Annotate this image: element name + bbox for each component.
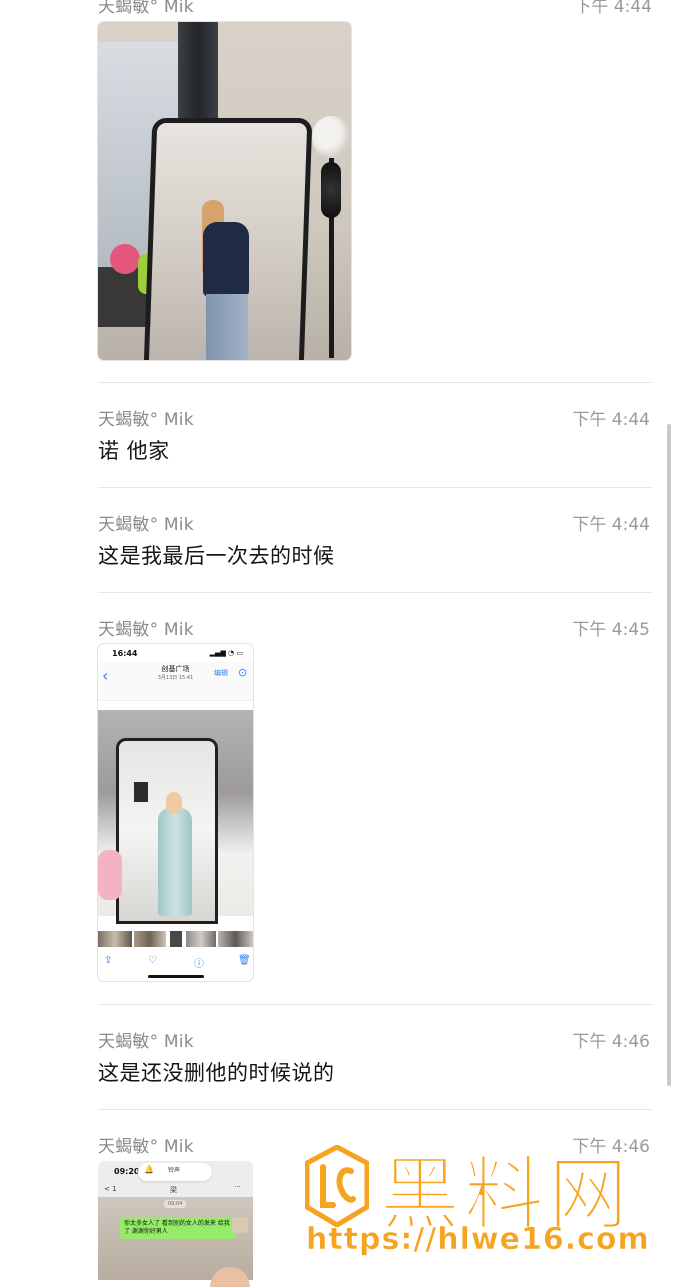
photo-lamp-globe — [312, 116, 350, 158]
chat-date-chip: 09:04 — [164, 1200, 187, 1208]
message-sender: 天蝎敏° Mik — [98, 620, 194, 640]
screenshot-title: 创基广场 — [161, 665, 190, 673]
home-indicator — [148, 975, 204, 978]
message-sender: 天蝎敏° Mik — [98, 1032, 194, 1052]
message-time: 下午 4:46 — [572, 1032, 650, 1052]
pill-text: 铃声 — [168, 1167, 181, 1174]
photo-plush-toy — [98, 850, 122, 900]
message-time: 下午 4:44 — [572, 515, 650, 535]
photo-person — [203, 222, 249, 297]
message-sender: 天蝎敏° Mik — [98, 1137, 194, 1157]
message-time: 下午 4:45 — [572, 620, 650, 640]
screenshot-edit-label: 编辑 — [214, 669, 228, 677]
photo-person-dress — [158, 808, 192, 916]
message-divider — [98, 487, 652, 488]
message-photo-mirror-selfie[interactable] — [98, 22, 351, 360]
share-icon: ⇪ — [104, 955, 113, 966]
status-icons: ▂▄▆ ◔ ▭ — [209, 649, 243, 657]
photo-person-face — [210, 1267, 250, 1287]
watermark-logo-icon — [305, 1145, 369, 1227]
screenshot-status-time: 09:20 — [114, 1167, 140, 1176]
message-screenshot-chat[interactable]: 09:20 🔔 铃声 < 1 梁 ··· 09:04 你太多女人了 看到别的女人… — [98, 1161, 253, 1287]
screenshot-toolbar: ⇪ ♡ ⓘ 🗑 — [98, 953, 253, 973]
message-sender: 天蝎敏° Mik — [98, 515, 194, 535]
screenshot-chat-body: 09:04 你太多女人了 看到别的女人的发来 给我了 谢谢你好男人 — [98, 1197, 253, 1287]
message-time: 下午 4:44 — [574, 0, 652, 17]
chat-bubble: 你太多女人了 看到别的女人的发来 给我了 谢谢你好男人 — [120, 1217, 236, 1239]
photo-plush-toy — [110, 244, 140, 274]
photo-person-head — [166, 792, 182, 814]
thumbnail-strip — [98, 931, 253, 947]
back-label: < 1 — [104, 1185, 117, 1193]
photo-frame — [134, 782, 148, 802]
chat-title: 梁 — [170, 1186, 177, 1194]
screenshot-subtitle: 3月13日 15:41 — [157, 675, 194, 681]
dynamic-island-pill: 🔔 铃声 — [138, 1163, 212, 1181]
trash-icon: 🗑 — [238, 955, 251, 966]
heart-icon: ♡ — [148, 955, 157, 966]
screenshot-photo — [98, 710, 253, 924]
message-screenshot-photo-album[interactable]: 16:44 ▂▄▆ ◔ ▭ ‹ 创基广场 3月13日 15:41 编辑 ⊙ ⇪ … — [98, 644, 253, 981]
screenshot-nav-bar: ‹ 创基广场 3月13日 15:41 编辑 ⊙ — [98, 662, 253, 701]
message-text: 诺 他家 — [98, 439, 170, 463]
screenshot-status-bar: 16:44 ▂▄▆ ◔ ▭ — [98, 644, 253, 662]
bell-icon: 🔔 — [144, 1165, 154, 1174]
message-time: 下午 4:44 — [572, 410, 650, 430]
photo-lamp-base — [321, 162, 341, 218]
scrollbar[interactable] — [667, 424, 671, 1086]
message-divider — [98, 382, 652, 383]
message-text: 这是还没删他的时候说的 — [98, 1061, 335, 1085]
message-divider — [98, 1109, 652, 1110]
message-sender: 天蝎敏° Mik — [98, 0, 194, 17]
message-divider — [98, 592, 652, 593]
screenshot-status-time: 16:44 — [112, 649, 138, 658]
photo-person-jeans — [206, 294, 248, 360]
watermark-url: https://hlwe16.com — [306, 1222, 650, 1258]
avatar — [232, 1217, 248, 1233]
info-icon: ⓘ — [194, 959, 204, 970]
message-sender: 天蝎敏° Mik — [98, 410, 194, 430]
screenshot-chat-nav: < 1 梁 ··· — [98, 1183, 253, 1197]
more-icon: ⊙ — [238, 666, 248, 679]
more-icon: ··· — [234, 1183, 241, 1191]
message-divider — [98, 1004, 652, 1005]
message-text: 这是我最后一次去的时候 — [98, 544, 335, 568]
